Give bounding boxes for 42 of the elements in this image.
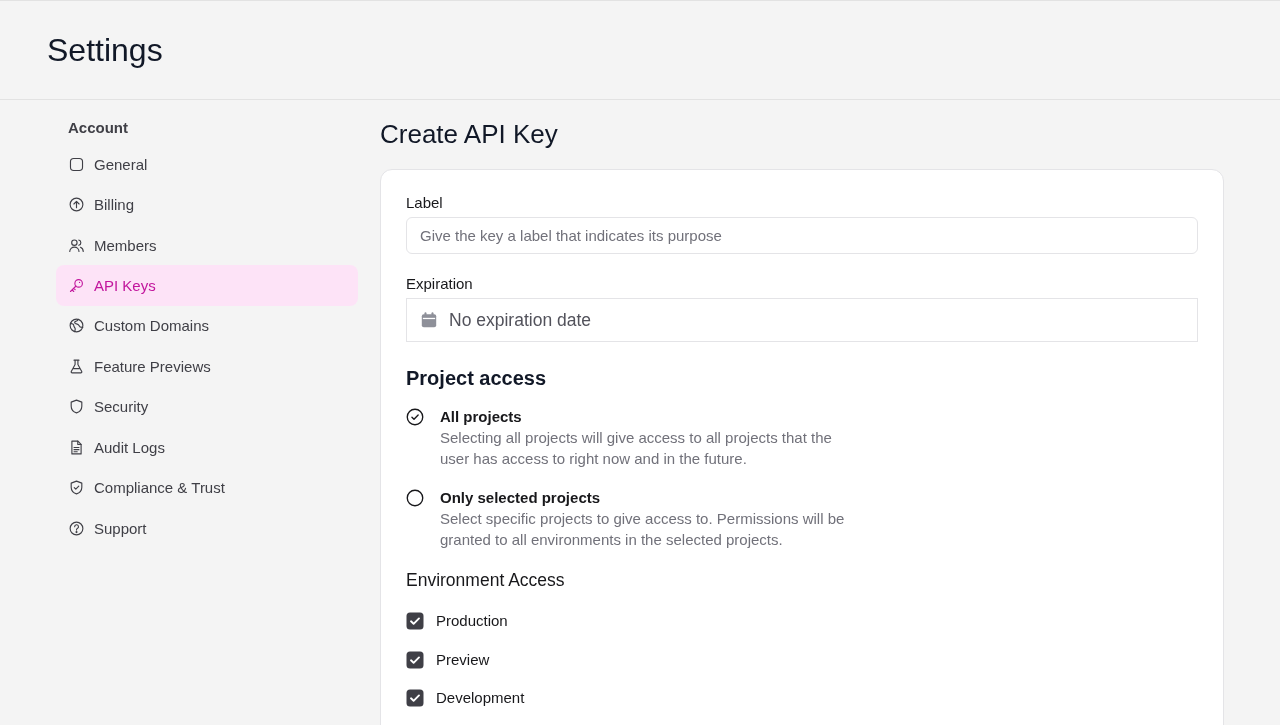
checkbox-label: Development xyxy=(436,688,525,708)
flask-icon xyxy=(68,357,85,375)
form-title: Create API Key xyxy=(380,118,558,150)
sidebar-item[interactable]: Compliance & Trust xyxy=(56,467,358,508)
option-description: Selecting all projects will give access to all projects that the user has access to right now and in the future. xyxy=(440,428,833,469)
sidebar-item[interactable]: Members xyxy=(56,224,358,266)
shield-icon xyxy=(68,398,85,416)
checkbox[interactable] xyxy=(406,689,424,707)
sidebar-item[interactable]: Custom Domains xyxy=(56,305,358,347)
sidebar-item[interactable]: Feature Previews xyxy=(56,346,358,387)
option-description: Select specific projects to give access to. Permissions will be granted to all environments in the selected projects. xyxy=(440,509,846,550)
key-icon xyxy=(68,277,85,295)
sidebar-item[interactable]: Security xyxy=(56,386,358,428)
sidebar-item[interactable]: Support xyxy=(56,507,358,549)
globe-icon xyxy=(68,317,85,335)
sidebar-item[interactable]: Audit Logs xyxy=(56,427,358,468)
square-icon xyxy=(68,155,85,173)
checkbox-label: Preview xyxy=(436,649,490,670)
sidebar-item[interactable]: API Keys xyxy=(56,265,358,306)
date-picker-field[interactable]: No expiration date xyxy=(406,298,1198,342)
field-label: Label xyxy=(406,193,443,213)
checkbox-label: Production xyxy=(436,611,508,631)
section-heading: Project access xyxy=(406,366,547,391)
label-input[interactable]: Give the key a label that indicates its purpose xyxy=(406,217,1198,254)
help-icon xyxy=(68,519,85,537)
sidebar-heading: Account xyxy=(68,118,128,138)
section-heading: Environment Access xyxy=(406,569,565,592)
radio-button[interactable] xyxy=(406,489,424,507)
users-icon xyxy=(68,236,85,254)
option-label: All projects xyxy=(440,407,522,427)
checkbox[interactable] xyxy=(406,650,424,669)
arrow-up-circle-icon xyxy=(68,196,85,214)
sidebar-item[interactable]: Billing xyxy=(56,184,358,225)
shield-check-icon xyxy=(68,479,85,497)
field-label: Expiration xyxy=(406,274,473,294)
checkbox[interactable] xyxy=(406,612,424,630)
option-label: Only selected projects xyxy=(440,488,601,508)
page-title: Settings xyxy=(47,31,163,70)
radio-button[interactable] xyxy=(406,408,424,426)
calendar-icon xyxy=(420,311,438,329)
sidebar-item[interactable]: General xyxy=(56,144,358,185)
document-icon xyxy=(68,438,85,456)
